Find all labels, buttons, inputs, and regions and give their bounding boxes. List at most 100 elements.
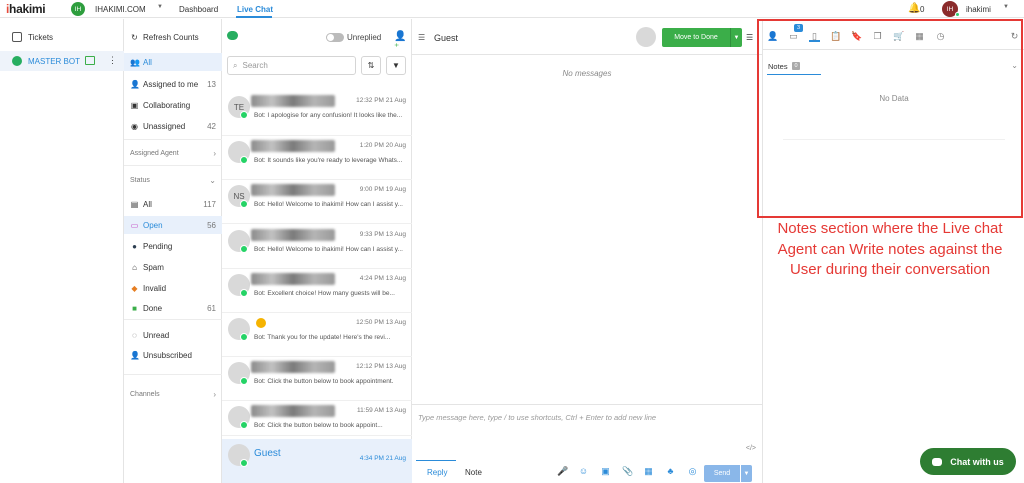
conversation-time: 4:24 PM 13 Aug [359,275,406,282]
emoji-icon[interactable]: ☺ [578,466,589,477]
rail-item-label: MASTER BOT [28,56,81,66]
filter-channels[interactable]: Channels › [124,385,222,403]
divider [222,223,412,224]
active-tab-indicator [416,460,456,461]
conversation-snippet: Bot: Thank you for the update! Here's th… [254,334,391,341]
user-name[interactable]: ihakimi [966,5,991,14]
conversation-item[interactable]: TE 12:32 PM 21 Aug Bot: I apologise for … [222,91,412,135]
conversation-item[interactable]: NS 9:00 PM 19 Aug Bot: Hello! Welcome to… [222,180,412,224]
org-name[interactable]: IHAKIMI.COM [95,5,146,14]
conversation-list: Unreplied 👤⁺ ⌕ Search ⇅ ▼ TE 12:32 PM 21… [222,19,412,483]
assignee-avatar[interactable] [636,27,656,47]
message-composer[interactable]: Type message here, type / to use shortcu… [412,404,762,459]
conversation-snippet: Bot: Excellent choice! How many guests w… [254,290,395,297]
kebab-menu-icon[interactable]: ⋮ [108,55,117,66]
whatsapp-icon [240,421,248,429]
calendar-icon[interactable]: ▦ [643,466,654,477]
pending-icon: ● [132,241,137,251]
conversation-snippet: Bot: It sounds like you're ready to leve… [254,157,403,164]
whatsapp-icon [240,333,248,341]
conversation-item-selected[interactable]: Guest 4:34 PM 21 Aug [222,439,412,483]
conversation-snippet: Bot: I apologise for any confusion! It l… [254,112,403,119]
filter-all[interactable]: 👥 All [124,53,222,71]
status-invalid[interactable]: ◆ Invalid [124,279,222,297]
panel-toggle-icon[interactable]: ☰ [746,33,753,42]
bot-settings-icon[interactable] [85,56,95,65]
bell-icon[interactable]: 🔔 [908,3,920,14]
conversation-item[interactable]: 1:20 PM 20 Aug Bot: It sounds like you'r… [222,136,412,180]
search-input[interactable]: ⌕ Search [227,56,356,75]
user-circle-icon: ◉ [131,121,138,131]
redacted-name [251,405,335,417]
image-icon[interactable]: ▣ [600,466,611,477]
send-button[interactable]: Send [704,465,740,482]
conversation-time: 12:32 PM 21 Aug [356,97,406,104]
filter-unassigned[interactable]: ◉ Unassigned 42 [124,117,222,135]
menu-icon[interactable]: ☰ [418,33,425,42]
redacted-name [251,95,335,107]
attachment-icon[interactable]: 📎 [622,466,633,477]
redacted-name [251,140,335,152]
add-user-icon[interactable]: 👤⁺ [394,31,411,53]
filter-assigned-agent[interactable]: Assigned Agent › [124,144,222,162]
microphone-icon[interactable]: 🎤 [557,466,568,477]
whatsapp-icon [240,377,248,385]
user-icon: 👤 [130,79,140,89]
chevron-down-icon[interactable]: ▼ [1003,4,1009,10]
tab-note[interactable]: Note [465,468,482,477]
headset-icon[interactable]: ◎ [687,466,698,477]
rail-item-master-bot[interactable]: MASTER BOT ⋮ [0,51,124,71]
divider [124,319,222,320]
nav-live-chat[interactable]: Live Chat [237,5,273,14]
conversation-time: 9:33 PM 13 Aug [359,231,406,238]
conversation-item[interactable]: 12:12 PM 13 Aug Bot: Click the button be… [222,357,412,401]
filter-collaborating[interactable]: ▣ Collaborating [124,96,222,114]
chevron-right-icon: › [213,148,216,158]
conversation-time: 12:12 PM 13 Aug [356,363,406,370]
rail-item-tickets[interactable]: Tickets [0,27,124,47]
sort-button[interactable]: ⇅ [361,56,381,75]
chat-area: ☰ Guest Move to Done ▼ ☰ No messages Typ… [412,19,762,483]
chevron-down-icon: ⌄ [209,175,216,185]
refresh-counts-button[interactable]: ↻ Refresh Counts [124,28,222,46]
conversation-time: 4:34 PM 21 Aug [359,455,406,462]
status-header[interactable]: Status ⌄ [124,171,222,189]
status-done[interactable]: ■ Done 61 [124,299,222,317]
refresh-icon: ↻ [131,32,138,42]
code-icon[interactable]: </> [746,445,756,452]
divider [124,139,222,140]
ihakimi-logo[interactable]: iihakimihakimi [6,2,46,16]
chat-with-us-button[interactable]: Chat with us [920,448,1016,475]
unreplied-toggle[interactable] [326,33,344,42]
chevron-down-icon[interactable]: ▼ [740,465,752,482]
filter-unsubscribed[interactable]: 👤 Unsubscribed [124,346,222,364]
tab-reply[interactable]: Reply [427,468,447,477]
org-avatar[interactable]: IH [71,2,85,16]
whatsapp-icon [240,245,248,253]
divider [124,374,222,375]
active-nav-indicator [236,16,272,18]
chevron-down-icon[interactable]: ▼ [730,28,742,47]
nav-dashboard[interactable]: Dashboard [179,5,218,14]
conversation-item[interactable]: 9:33 PM 13 Aug Bot: Hello! Welcome to ih… [222,225,412,269]
filter-unread[interactable]: ◌ Unread [124,326,222,344]
whatsapp-icon [240,289,248,297]
conversation-item[interactable]: 4:24 PM 13 Aug Bot: Excellent choice! Ho… [222,269,412,313]
flow-icon[interactable]: ♣ [665,466,676,477]
annotation-highlight-box [757,19,1023,218]
annotation-text: Notes section where the Live chat Agent … [777,220,1003,278]
status-all[interactable]: ▤ All 117 [124,195,222,213]
filter-assigned-to-me[interactable]: 👤 Assigned to me 13 [124,75,222,93]
move-to-done-button[interactable]: Move to Done [662,28,730,47]
whatsapp-icon [240,111,248,119]
filter-icon[interactable]: ▼ [386,56,406,75]
conversation-item[interactable]: 12:50 PM 13 Aug Bot: Thank you for the u… [222,313,412,357]
status-spam[interactable]: ⌂ Spam [124,258,222,276]
status-pending[interactable]: ● Pending [124,237,222,255]
redacted-name [251,229,335,241]
unreplied-label: Unreplied [347,33,382,42]
conversation-snippet: Bot: Click the button below to book appo… [254,422,383,429]
status-open[interactable]: ▭ Open 56 [124,216,222,234]
conversation-snippet: Bot: Hello! Welcome to ihakimi! How can … [254,201,403,208]
chevron-down-icon[interactable]: ▼ [157,4,163,10]
